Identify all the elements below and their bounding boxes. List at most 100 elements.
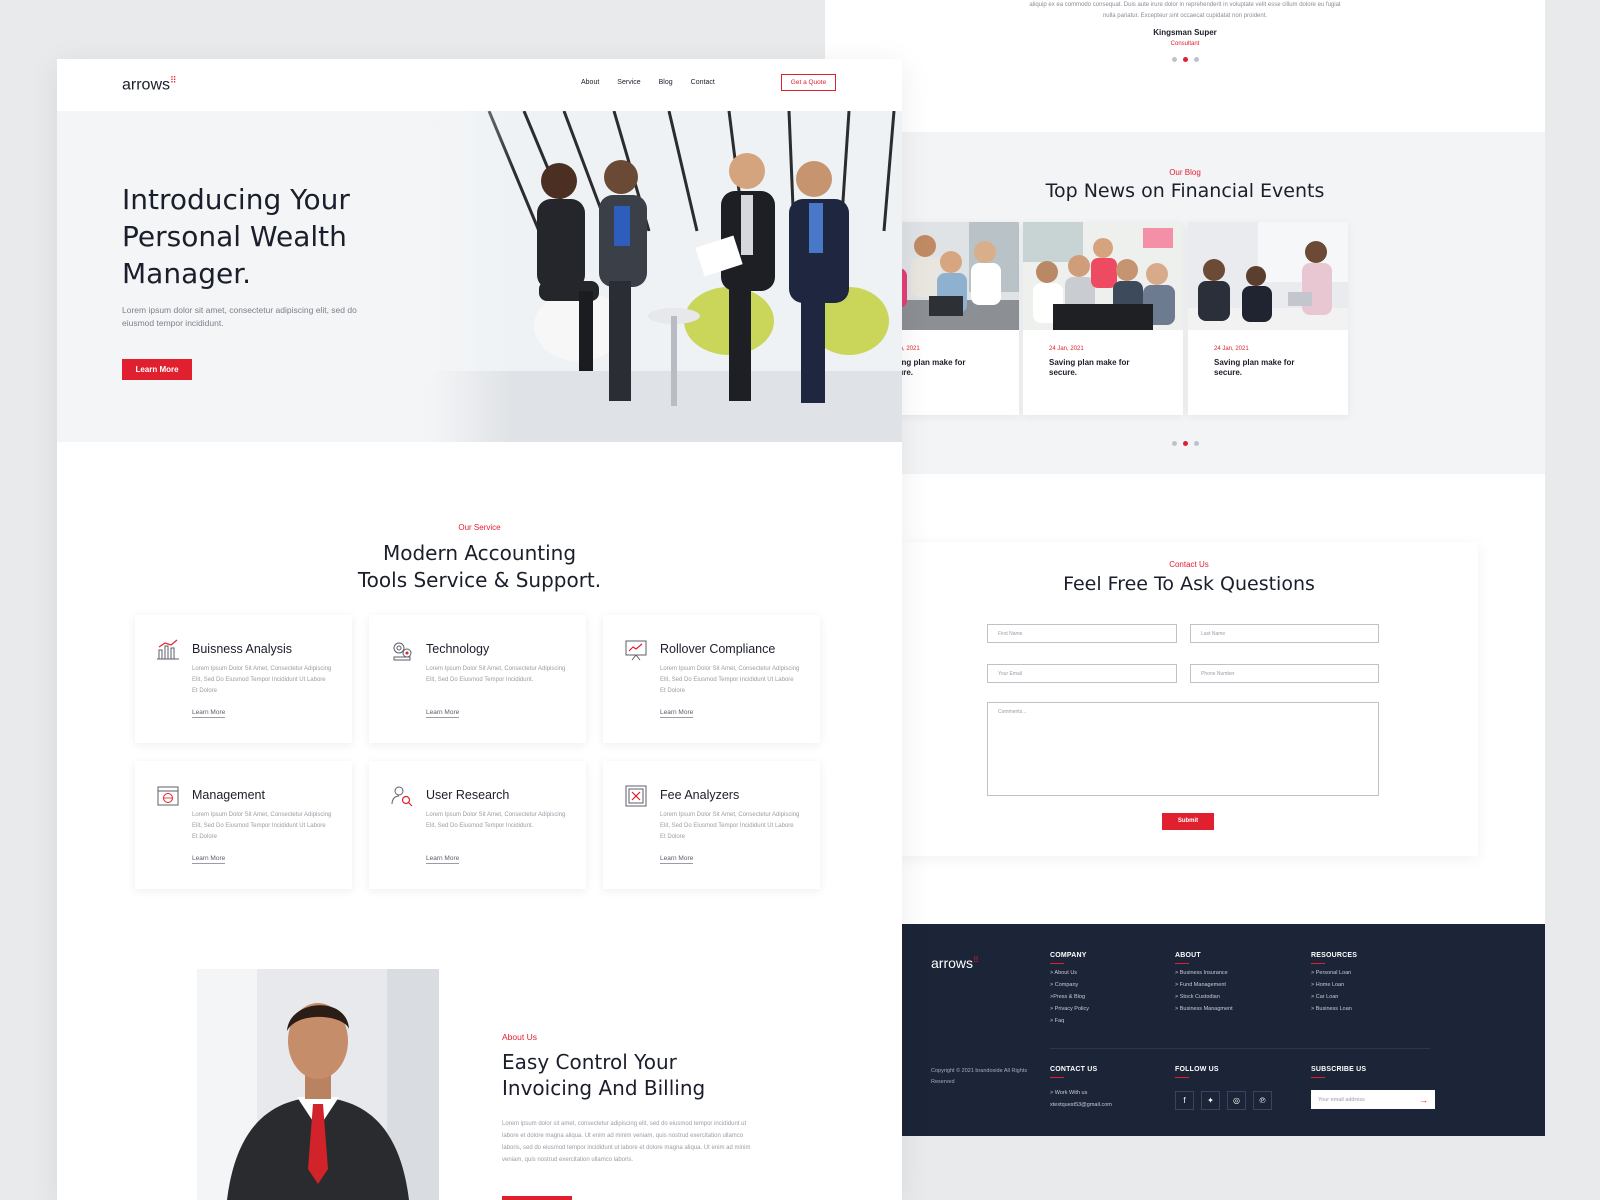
carousel-dot[interactable] bbox=[1171, 441, 1177, 446]
about-title: Easy Control Your Invoicing And Billing bbox=[502, 1050, 706, 1100]
blog-image bbox=[1023, 222, 1183, 330]
service-title: Rollover Compliance bbox=[660, 642, 776, 656]
footer-heading: SUBSCRIBE US bbox=[1311, 1066, 1435, 1078]
subscribe-placeholder: Your email address bbox=[1318, 1096, 1365, 1103]
footer-link[interactable]: > Stock Custodian bbox=[1175, 994, 1233, 1000]
nav-links: About Service Blog Contact bbox=[581, 79, 715, 86]
nav-link-blog[interactable]: Blog bbox=[659, 79, 673, 86]
email-field[interactable]: Your Email bbox=[987, 664, 1177, 683]
social-links: f ✦ ◎ ℗ bbox=[1175, 1091, 1272, 1110]
logo[interactable]: arrows⠿ bbox=[122, 75, 177, 94]
service-card-technology[interactable]: Technology Lorem Ipsum Dolor Sit Amet, C… bbox=[369, 615, 586, 743]
facebook-icon[interactable]: f bbox=[1175, 1091, 1194, 1110]
footer-link[interactable]: > Fund Management bbox=[1175, 982, 1233, 988]
footer-resources-column: RESOURCES > Personal Loan > Home Loan > … bbox=[1311, 952, 1357, 1012]
service-card-fee-analyzers[interactable]: Fee Analyzers Lorem Ipsum Dolor Sit Amet… bbox=[603, 761, 820, 889]
get-quote-button[interactable]: Get a Quote bbox=[781, 74, 836, 91]
arrow-right-icon[interactable]: → bbox=[1419, 1095, 1428, 1105]
blog-tag: Our Blog bbox=[1169, 168, 1201, 177]
contact-title: Feel Free To Ask Questions bbox=[1063, 573, 1315, 595]
footer-heading: COMPANY bbox=[1050, 952, 1089, 964]
testimonial-role: Consultant bbox=[1170, 41, 1200, 47]
footer-heading: CONTACT US bbox=[1050, 1066, 1112, 1078]
service-title: User Research bbox=[426, 788, 510, 802]
service-title: Technology bbox=[426, 642, 490, 656]
nav-link-about[interactable]: About bbox=[581, 79, 599, 86]
instagram-icon[interactable]: ◎ bbox=[1227, 1091, 1246, 1110]
comments-field[interactable]: Comments... bbox=[987, 702, 1379, 796]
blog-card-title[interactable]: Saving plan make for secure. bbox=[1214, 358, 1314, 378]
footer-link[interactable]: >Press & Blog bbox=[1050, 994, 1089, 1000]
user-search-icon bbox=[391, 786, 413, 807]
learn-more-link[interactable]: Learn More bbox=[660, 855, 694, 864]
nav-link-contact[interactable]: Contact bbox=[691, 79, 715, 86]
blog-card-title[interactable]: Saving plan make for secure. bbox=[1049, 358, 1149, 378]
footer-link[interactable]: > Company bbox=[1050, 982, 1089, 988]
service-text: Lorem Ipsum Dolor Sit Amet, Consectetur … bbox=[192, 812, 332, 840]
footer-link[interactable]: > Business Managment bbox=[1175, 1006, 1233, 1012]
footer-email[interactable]: xtextquest53@gmail.com bbox=[1050, 1102, 1112, 1108]
pinterest-icon[interactable]: ℗ bbox=[1253, 1091, 1272, 1110]
footer-logo-text: arrows bbox=[931, 955, 974, 971]
service-text: Lorem Ipsum Dolor Sit Amet, Consectetur … bbox=[426, 666, 566, 683]
blog-card[interactable]: 24 Jan, 2021 Saving plan make for secure… bbox=[1023, 222, 1183, 415]
carousel-dot-active[interactable] bbox=[1182, 441, 1188, 446]
carousel-dot[interactable] bbox=[1171, 57, 1177, 62]
service-card-rollover-compliance[interactable]: Rollover Compliance Lorem Ipsum Dolor Si… bbox=[603, 615, 820, 743]
service-card-business-analysis[interactable]: Buisness Analysis Lorem Ipsum Dolor Sit … bbox=[135, 615, 352, 743]
nav-link-service[interactable]: Service bbox=[617, 79, 640, 86]
blog-date: 24 Jan, 2021 bbox=[1049, 346, 1084, 352]
footer-link[interactable]: > Privacy Policy bbox=[1050, 1006, 1089, 1012]
browser-globe-icon bbox=[157, 786, 179, 806]
learn-more-link[interactable]: Learn More bbox=[192, 709, 226, 718]
footer-follow-column: FOLLOW US f ✦ ◎ ℗ bbox=[1175, 1066, 1272, 1110]
hero-learn-more-button[interactable]: Learn More bbox=[122, 359, 192, 380]
about-cta-button[interactable] bbox=[502, 1196, 572, 1200]
copyright-text: Copyright © 2021 brandoxide All Rights R… bbox=[931, 1068, 1028, 1085]
submit-button[interactable]: Submit bbox=[1162, 813, 1214, 830]
first-name-field[interactable]: First Name bbox=[987, 624, 1177, 643]
footer-link[interactable]: > Work With us bbox=[1050, 1090, 1112, 1096]
about-portrait-image bbox=[197, 969, 439, 1200]
learn-more-link[interactable]: Learn More bbox=[192, 855, 226, 864]
learn-more-link[interactable]: Learn More bbox=[426, 855, 460, 864]
blog-card[interactable]: 24 Jan, 2021 Saving plan make for secure… bbox=[1188, 222, 1348, 415]
footer-link[interactable]: > Car Loan bbox=[1311, 994, 1357, 1000]
learn-more-link[interactable]: Learn More bbox=[426, 709, 460, 718]
blog-image bbox=[1188, 222, 1348, 330]
navbar: arrows⠿ About Service Blog Contact Get a… bbox=[57, 59, 902, 111]
testimonial-carousel-dots bbox=[825, 57, 1545, 62]
footer-subscribe-column: SUBSCRIBE US Your email address → bbox=[1311, 1066, 1435, 1109]
footer-logo[interactable]: arrows⠿ bbox=[931, 955, 979, 971]
blog-section: Our Blog Top News on Financial Events 24… bbox=[825, 132, 1545, 474]
footer-link[interactable]: > Faq bbox=[1050, 1018, 1089, 1024]
last-name-field[interactable]: Last Name bbox=[1190, 624, 1379, 643]
about-tag: About Us bbox=[502, 1032, 537, 1042]
blog-date: 24 Jan, 2021 bbox=[1214, 346, 1249, 352]
hero-title: Introducing Your Personal Wealth Manager… bbox=[122, 183, 350, 290]
service-card-management[interactable]: Management Lorem Ipsum Dolor Sit Amet, C… bbox=[135, 761, 352, 889]
footer-link[interactable]: > Home Loan bbox=[1311, 982, 1357, 988]
carousel-dot-active[interactable] bbox=[1182, 57, 1188, 62]
gears-icon bbox=[393, 642, 412, 661]
testimonial-name: Kingsman Super bbox=[1153, 28, 1217, 37]
learn-more-link[interactable]: Learn More bbox=[660, 709, 694, 718]
blog-date: 24 Jan, 2021 bbox=[885, 346, 920, 352]
footer-link[interactable]: > Personal Loan bbox=[1311, 970, 1357, 976]
twitter-icon[interactable]: ✦ bbox=[1201, 1091, 1220, 1110]
service-title: Fee Analyzers bbox=[660, 788, 740, 802]
subscribe-input[interactable]: Your email address → bbox=[1311, 1090, 1435, 1109]
service-text: Lorem Ipsum Dolor Sit Amet, Consectetur … bbox=[660, 666, 800, 694]
footer-link[interactable]: > Business Insurance bbox=[1175, 970, 1233, 976]
footer-company-column: COMPANY > About Us > Company >Press & Bl… bbox=[1050, 952, 1089, 1024]
service-card-user-research[interactable]: User Research Lorem Ipsum Dolor Sit Amet… bbox=[369, 761, 586, 889]
contact-form-card: Contact Us Feel Free To Ask Questions Fi… bbox=[900, 542, 1478, 856]
footer-link[interactable]: > About Us bbox=[1050, 970, 1089, 976]
services-tag: Our Service bbox=[458, 523, 501, 532]
carousel-dot[interactable] bbox=[1193, 57, 1199, 62]
footer-link[interactable]: > Business Loan bbox=[1311, 1006, 1357, 1012]
logo-text: arrows bbox=[122, 76, 171, 94]
phone-field[interactable]: Phone Number bbox=[1190, 664, 1379, 683]
carousel-dot[interactable] bbox=[1193, 441, 1199, 446]
contact-tag: Contact Us bbox=[1169, 560, 1209, 569]
